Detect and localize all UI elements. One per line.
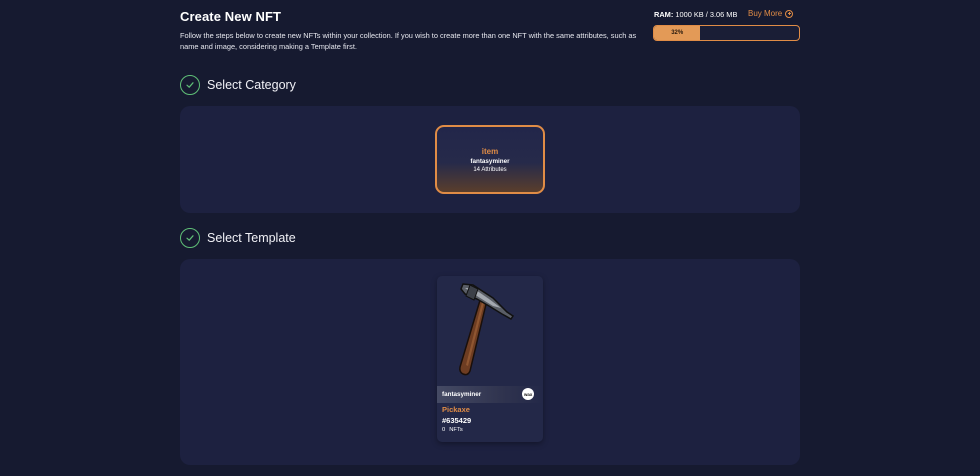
template-name: Pickaxe: [442, 405, 470, 414]
check-circle-icon: [180, 75, 200, 95]
step-select-category: Select Category: [180, 75, 296, 95]
page-description: Follow the steps below to create new NFT…: [180, 31, 637, 51]
ram-info: RAM: 1000 KB / 3.06 MB: [654, 10, 737, 19]
ram-progress-text: 32%: [671, 30, 684, 36]
step-label: Select Template: [207, 231, 296, 245]
page-title: Create New NFT: [180, 9, 282, 24]
ram-value: 1000 KB / 3.06 MB: [675, 10, 738, 19]
svg-text:wax: wax: [524, 392, 533, 397]
plus-circle-icon: [785, 9, 794, 18]
template-collection-name: fantasyminer: [442, 390, 482, 398]
category-card-title: item: [481, 147, 499, 156]
template-count-value: 0: [442, 427, 446, 433]
buy-more-button[interactable]: Buy More: [748, 9, 794, 18]
ram-progress-fill: 32%: [654, 26, 701, 40]
template-collection-band: fantasyminer wax: [437, 386, 543, 403]
template-card-pickaxe[interactable]: fantasyminer wax Pickaxe #635429 0 NFTs: [437, 276, 543, 442]
ram-label: RAM:: [654, 10, 674, 19]
template-count-label: NFTs: [449, 427, 463, 433]
category-card-attributes: 14 Attributes: [473, 167, 507, 173]
step-select-template: Select Template: [180, 228, 296, 248]
category-card-item[interactable]: item fantasyminer 14 Attributes: [435, 125, 545, 194]
template-nft-count: 0 NFTs: [442, 427, 463, 433]
ram-progress-bar: 32%: [653, 25, 800, 41]
category-card-collection: fantasyminer: [470, 158, 510, 165]
wax-logo-icon: wax: [522, 388, 534, 400]
check-circle-icon: [180, 228, 200, 248]
template-id: #635429: [442, 416, 472, 425]
step-label: Select Category: [207, 78, 296, 92]
buy-more-label: Buy More: [748, 9, 783, 18]
pickaxe-image: [459, 283, 515, 376]
